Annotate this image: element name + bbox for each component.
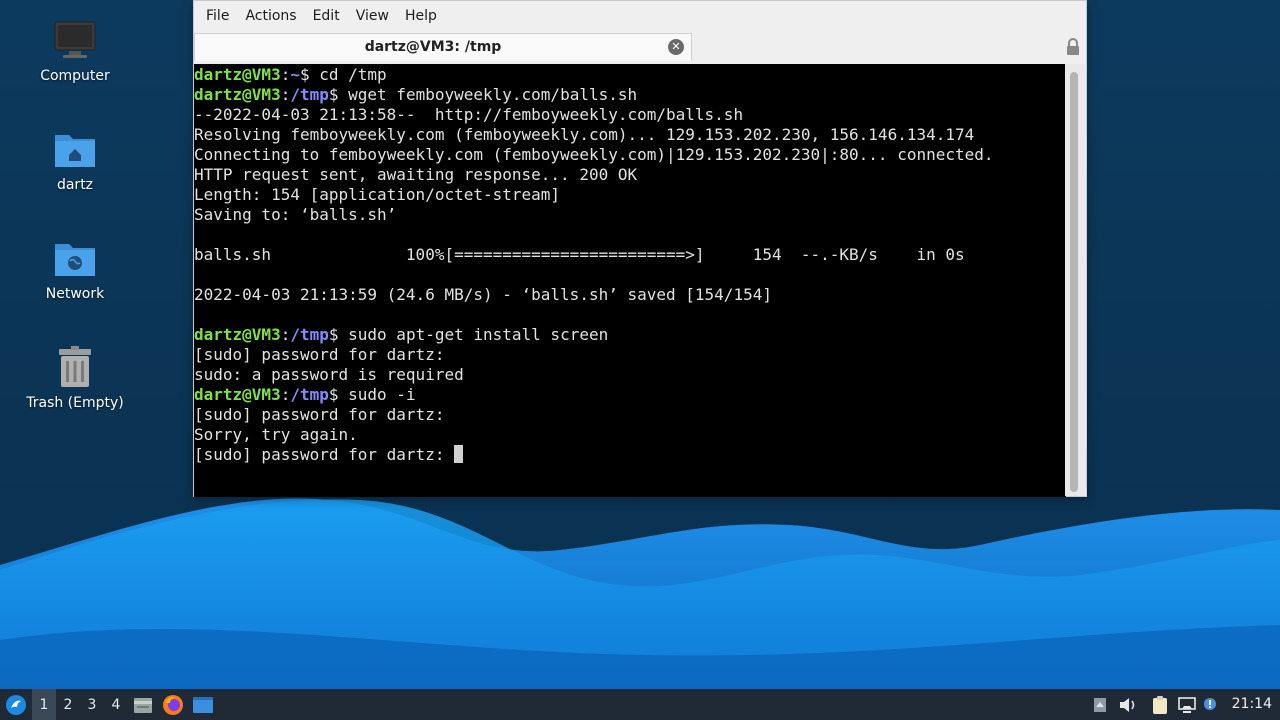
terminal-line: 2022-04-03 21:13:59 (24.6 MB/s) - ‘balls… bbox=[194, 285, 1066, 305]
menu-view[interactable]: View bbox=[348, 4, 397, 28]
workspace-4[interactable]: 4 bbox=[104, 689, 128, 720]
output-text: HTTP request sent, awaiting response... … bbox=[194, 165, 638, 184]
menu-edit[interactable]: Edit bbox=[305, 4, 348, 28]
lubuntu-start-icon[interactable] bbox=[0, 689, 32, 720]
close-icon[interactable]: ✕ bbox=[668, 39, 684, 55]
terminal-window-icon[interactable] bbox=[188, 689, 218, 720]
file-manager-icon[interactable] bbox=[128, 689, 158, 720]
desktop-icon-trash[interactable]: Trash (Empty) bbox=[20, 345, 130, 411]
output-text: Saving to: ‘balls.sh’ bbox=[194, 205, 397, 224]
terminal-line: [sudo] password for dartz: bbox=[194, 345, 1066, 365]
prompt-path: /tmp bbox=[290, 325, 329, 344]
terminal-line: dartz@VM3:/tmp$ sudo -i bbox=[194, 385, 1066, 405]
tray-expand-icon[interactable] bbox=[1090, 689, 1110, 720]
terminal-line: Length: 154 [application/octet-stream] bbox=[194, 185, 1066, 205]
output-text: --2022-04-03 21:13:58-- http://femboywee… bbox=[194, 105, 744, 124]
computer-icon bbox=[53, 18, 97, 62]
terminal-line: [sudo] password for dartz: bbox=[194, 405, 1066, 425]
terminal-scrollbar[interactable] bbox=[1065, 64, 1085, 496]
taskbar-clock[interactable]: 21:14 bbox=[1232, 689, 1272, 720]
clipboard-icon[interactable] bbox=[1146, 689, 1174, 720]
menu-help[interactable]: Help bbox=[397, 4, 445, 28]
terminal-line: Connecting to femboyweekly.com (femboywe… bbox=[194, 145, 1066, 165]
terminal-line: --2022-04-03 21:13:58-- http://femboywee… bbox=[194, 105, 1066, 125]
terminal-window[interactable]: File Actions Edit View Help dartz@VM3: /… bbox=[193, 0, 1087, 497]
output-text: balls.sh 100%[========================>]… bbox=[194, 245, 965, 264]
desktop-icon-network[interactable]: Network bbox=[20, 236, 130, 302]
tab-terminal[interactable]: dartz@VM3: /tmp ✕ bbox=[194, 33, 692, 61]
network-icon[interactable] bbox=[1174, 689, 1200, 720]
lock-icon[interactable] bbox=[1066, 38, 1080, 56]
desktop-icon-label: dartz bbox=[56, 177, 94, 193]
command-text: $ sudo apt-get install screen bbox=[328, 325, 609, 344]
output-text: [sudo] password for dartz: bbox=[194, 445, 455, 464]
output-text: Sorry, try again. bbox=[194, 425, 358, 444]
taskbar: 1 2 3 4 21:14 bbox=[0, 689, 1280, 720]
tab-bar: dartz@VM3: /tmp ✕ bbox=[194, 32, 1086, 62]
terminal-line: balls.sh 100%[========================>]… bbox=[194, 245, 1066, 265]
menu-bar: File Actions Edit View Help bbox=[194, 1, 1086, 30]
output-text: [sudo] password for dartz: bbox=[194, 345, 445, 364]
terminal-line: Sorry, try again. bbox=[194, 425, 1066, 445]
prompt-user: dartz@VM3 bbox=[194, 385, 281, 404]
prompt-path: /tmp bbox=[290, 385, 329, 404]
prompt-separator: : bbox=[280, 65, 291, 84]
desktop-icon-label: Network bbox=[45, 286, 105, 302]
prompt-path: /tmp bbox=[290, 85, 329, 104]
home-folder-icon bbox=[53, 127, 97, 171]
desktop-icon-home[interactable]: dartz bbox=[20, 127, 130, 193]
terminal-line: [sudo] password for dartz: bbox=[194, 445, 1066, 465]
prompt-path: ~ bbox=[290, 65, 300, 84]
text-cursor bbox=[454, 445, 464, 463]
tab-title: dartz@VM3: /tmp bbox=[364, 39, 502, 55]
prompt-user: dartz@VM3 bbox=[194, 85, 281, 104]
workspace-2[interactable]: 2 bbox=[56, 689, 80, 720]
output-text: Resolving femboyweekly.com (femboyweekly… bbox=[194, 125, 975, 144]
menu-actions[interactable]: Actions bbox=[237, 4, 304, 28]
terminal-line: HTTP request sent, awaiting response... … bbox=[194, 165, 1066, 185]
output-text: Length: 154 [application/octet-stream] bbox=[194, 185, 561, 204]
terminal-line: dartz@VM3:/tmp$ wget femboyweekly.com/ba… bbox=[194, 85, 1066, 105]
trash-icon bbox=[53, 345, 97, 389]
prompt-user: dartz@VM3 bbox=[194, 325, 281, 344]
output-text: Connecting to femboyweekly.com (femboywe… bbox=[194, 145, 994, 164]
command-text: $ cd /tmp bbox=[299, 65, 387, 84]
update-notifier-icon[interactable] bbox=[1200, 689, 1220, 720]
output-text: sudo: a password is required bbox=[194, 365, 464, 384]
volume-icon[interactable] bbox=[1110, 689, 1146, 720]
prompt-user: dartz@VM3 bbox=[194, 65, 281, 84]
output-text: 2022-04-03 21:13:59 (24.6 MB/s) - ‘balls… bbox=[194, 285, 772, 304]
menu-file[interactable]: File bbox=[198, 4, 237, 28]
firefox-icon[interactable] bbox=[158, 689, 188, 720]
terminal-output[interactable]: dartz@VM3:~$ cd /tmp dartz@VM3:/tmp$ wget… bbox=[194, 64, 1066, 497]
prompt-separator: : bbox=[280, 325, 291, 344]
prompt-separator: : bbox=[280, 385, 291, 404]
workspace-3[interactable]: 3 bbox=[80, 689, 104, 720]
network-folder-icon bbox=[53, 236, 97, 280]
command-text: $ wget femboyweekly.com/balls.sh bbox=[328, 85, 638, 104]
prompt-separator: : bbox=[280, 85, 291, 104]
desktop-icon-label: Trash (Empty) bbox=[26, 395, 124, 411]
workspace-1[interactable]: 1 bbox=[32, 689, 56, 720]
desktop-icon-label: Computer bbox=[40, 68, 110, 84]
terminal-line: dartz@VM3:~$ cd /tmp bbox=[194, 65, 1066, 85]
scrollbar-thumb[interactable] bbox=[1070, 72, 1078, 492]
output-text: [sudo] password for dartz: bbox=[194, 405, 445, 424]
desktop-icon-computer[interactable]: Computer bbox=[20, 18, 130, 84]
terminal-line: Saving to: ‘balls.sh’ bbox=[194, 205, 1066, 225]
terminal-line: dartz@VM3:/tmp$ sudo apt-get install scr… bbox=[194, 325, 1066, 345]
terminal-line: sudo: a password is required bbox=[194, 365, 1066, 385]
terminal-line: Resolving femboyweekly.com (femboyweekly… bbox=[194, 125, 1066, 145]
command-text: $ sudo -i bbox=[328, 385, 416, 404]
